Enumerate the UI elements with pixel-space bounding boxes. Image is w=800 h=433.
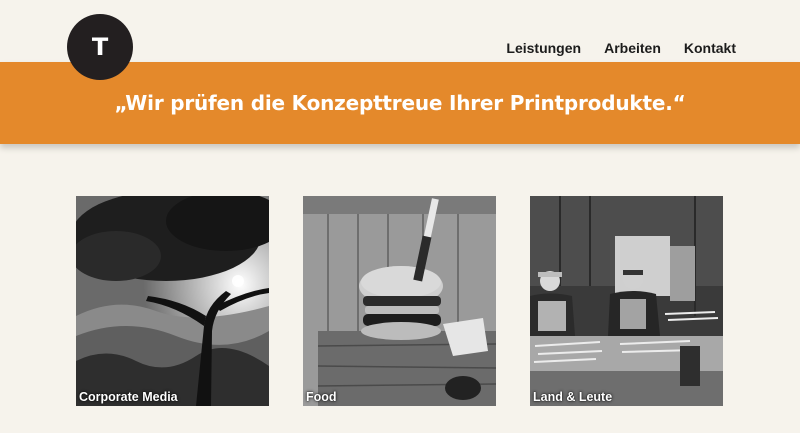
tile-label: Land & Leute (533, 390, 613, 404)
burger-with-knife-photo (303, 196, 496, 406)
hero-quote: „Wir prüfen die Konzepttreue Ihrer Print… (114, 91, 686, 115)
tile-food[interactable]: Food (303, 196, 496, 406)
hero-banner: „Wir prüfen die Konzepttreue Ihrer Print… (0, 62, 800, 144)
portfolio-grid: Corporate Media Food Land & Leute (76, 196, 723, 406)
tile-label: Corporate Media (79, 390, 178, 404)
logo[interactable]: T (67, 14, 133, 80)
tree-landscape-photo (76, 196, 269, 406)
main-nav: Leistungen Arbeiten Kontakt (506, 40, 736, 56)
nav-item-arbeiten[interactable]: Arbeiten (604, 40, 661, 56)
tile-label: Food (306, 390, 337, 404)
tile-corporate-media[interactable]: Corporate Media (76, 196, 269, 406)
nav-item-kontakt[interactable]: Kontakt (684, 40, 736, 56)
nav-item-leistungen[interactable]: Leistungen (506, 40, 581, 56)
asparagus-workers-photo (530, 196, 723, 406)
logo-letter: T (91, 33, 109, 61)
tile-land-leute[interactable]: Land & Leute (530, 196, 723, 406)
